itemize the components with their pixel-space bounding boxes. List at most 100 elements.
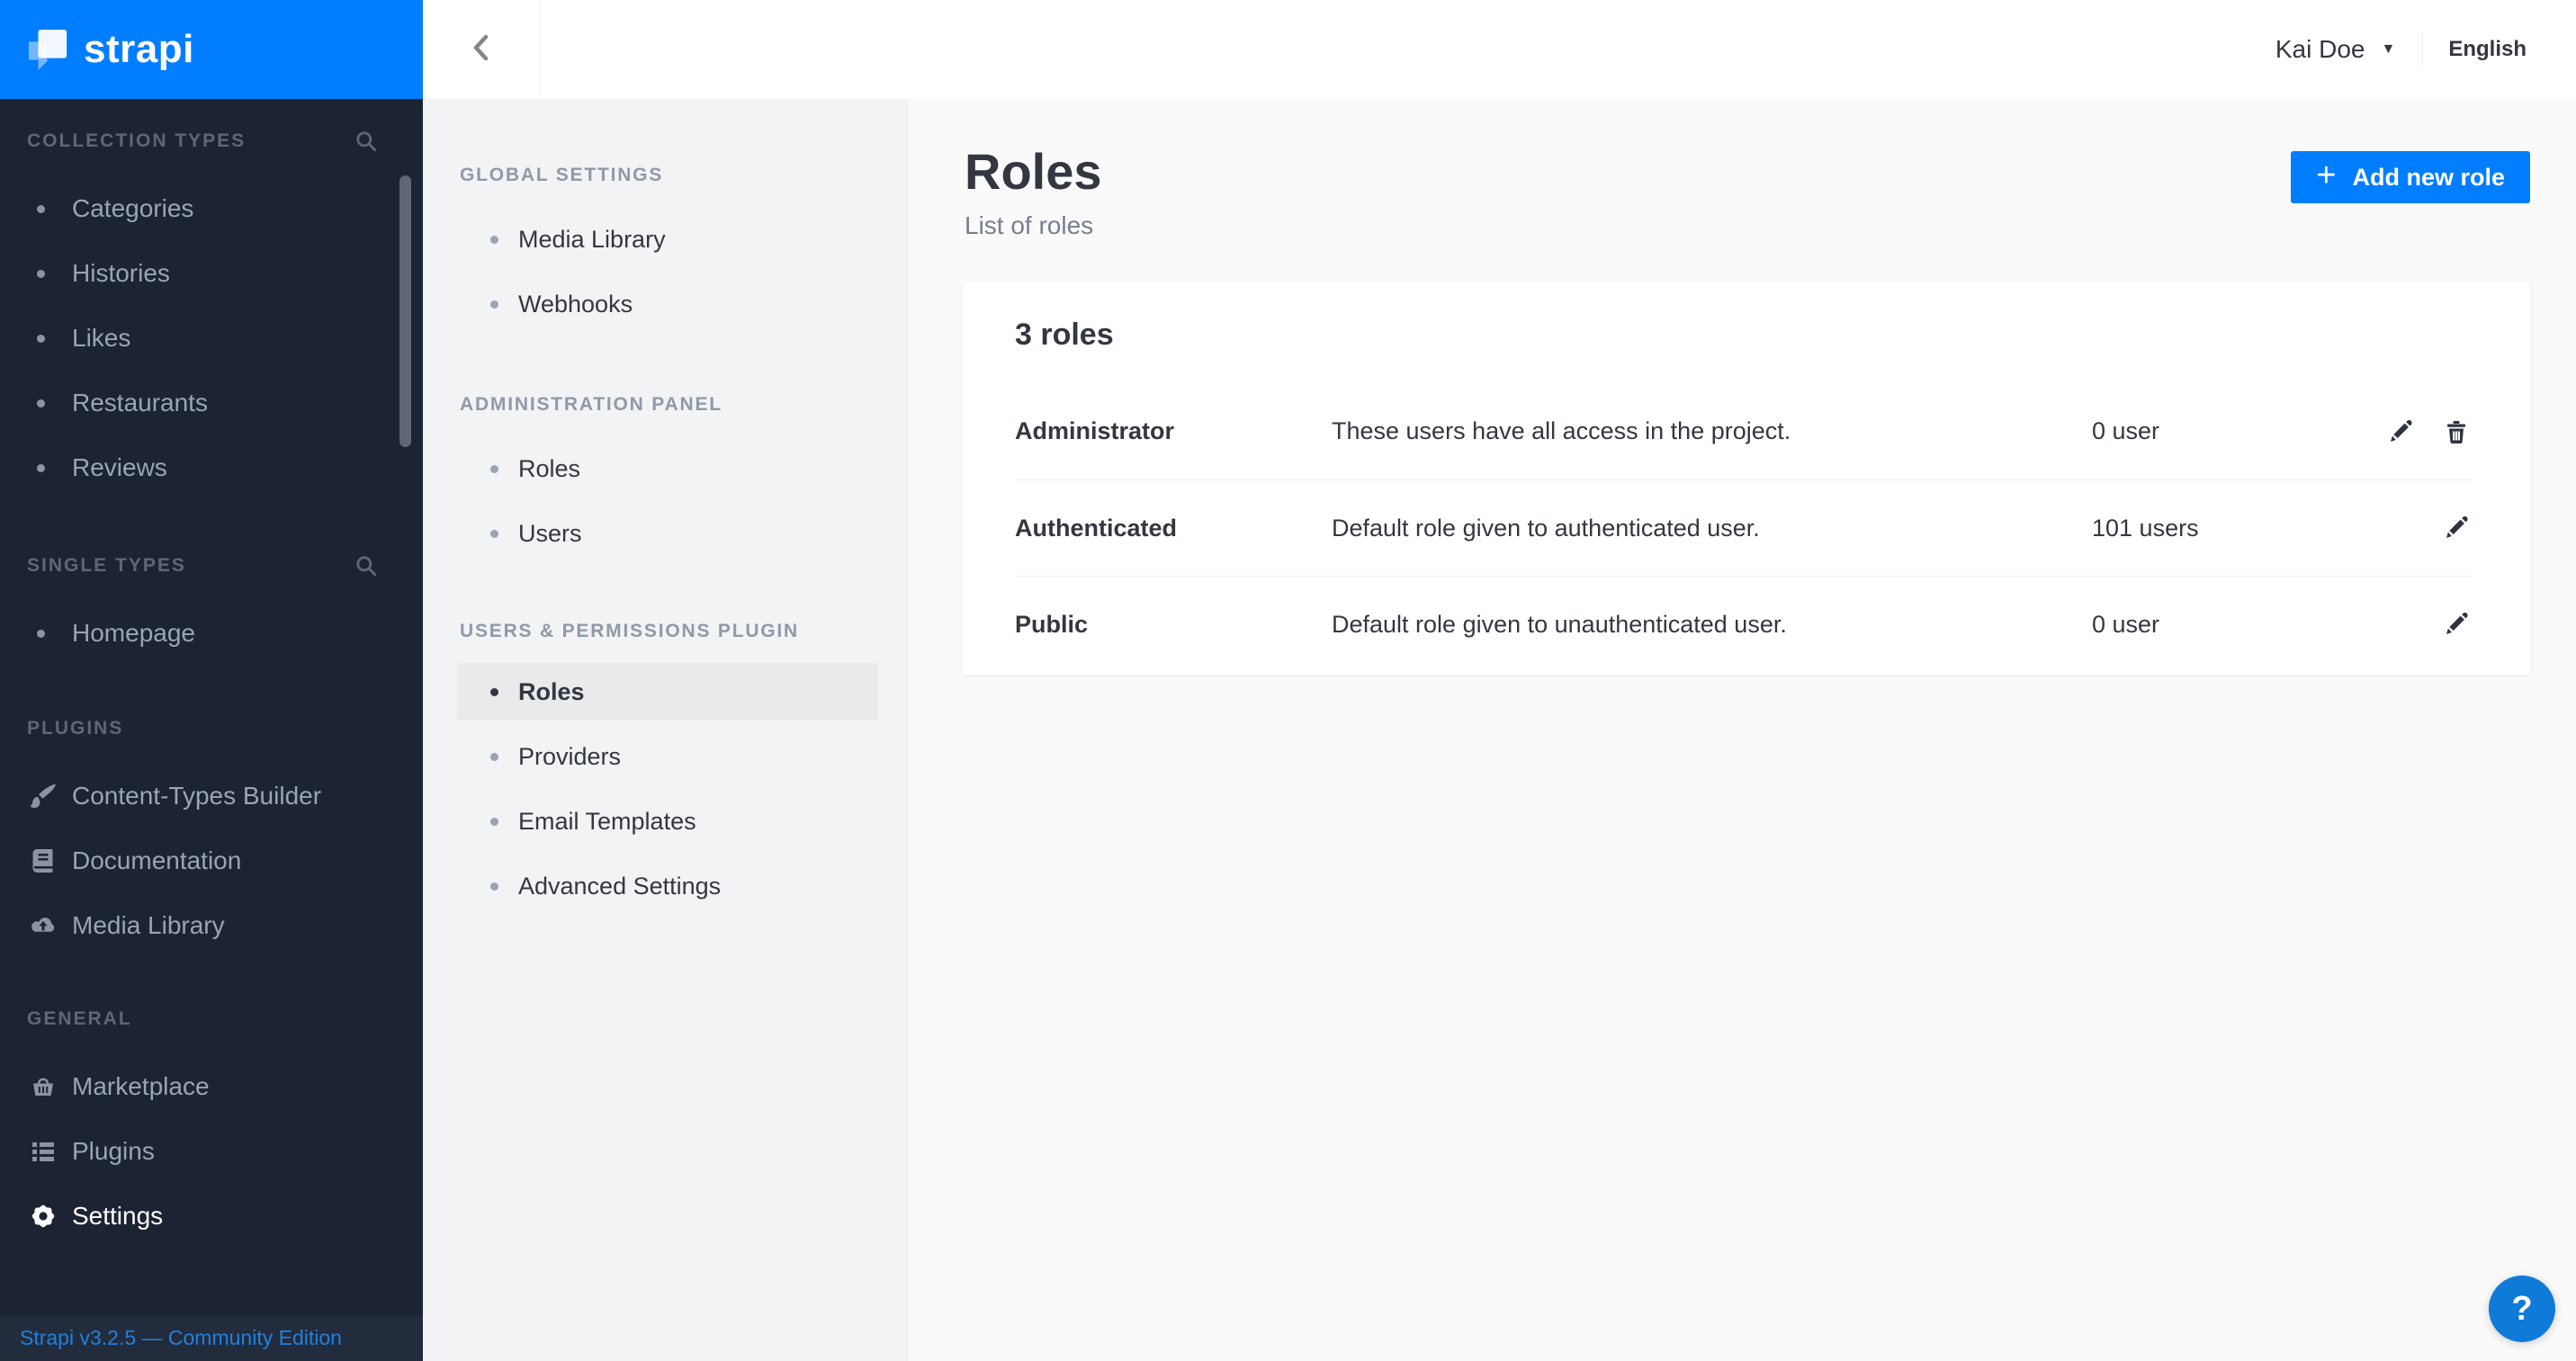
settings-item-label: Users <box>518 520 582 548</box>
language-selector[interactable]: English <box>2448 37 2527 62</box>
section-title: PLUGINS <box>27 718 123 739</box>
search-icon[interactable] <box>355 130 378 153</box>
bullet-icon <box>37 630 45 638</box>
role-description: Default role given to unauthenticated us… <box>1332 611 2092 639</box>
settings-item-media-library[interactable]: Media Library <box>423 207 909 272</box>
section-general: GENERAL <box>27 1006 378 1033</box>
sidebar-item-media-library[interactable]: Media Library <box>27 893 378 958</box>
bullet-icon <box>37 270 45 278</box>
edit-icon[interactable] <box>2385 416 2416 447</box>
search-icon[interactable] <box>355 554 378 578</box>
role-description: These users have all access in the proje… <box>1332 417 2092 445</box>
section-title: GENERAL <box>27 1008 132 1030</box>
settings-item-admin-roles[interactable]: Roles <box>423 436 909 501</box>
sidebar-item-label: Plugins <box>72 1137 155 1166</box>
delete-icon[interactable] <box>2441 416 2472 447</box>
sidebar-item-reviews[interactable]: Reviews <box>27 435 378 500</box>
add-new-role-label: Add new role <box>2352 164 2505 192</box>
chevron-down-icon: ▼ <box>2381 41 2395 58</box>
settings-menu: GLOBAL SETTINGS Media Library Webhooks A… <box>423 99 909 1361</box>
book-icon <box>27 847 59 874</box>
settings-item-label: Roles <box>518 678 585 706</box>
settings-section-admin-panel: ADMINISTRATION PANEL <box>460 391 909 418</box>
table-row-authenticated[interactable]: Authenticated Default role given to auth… <box>1015 479 2472 576</box>
settings-item-admin-users[interactable]: Users <box>423 501 909 566</box>
sidebar-item-label: Documentation <box>72 846 241 875</box>
topbar: Kai Doe ▼ English <box>423 0 2576 99</box>
section-collection-types: COLLECTION TYPES <box>27 128 378 155</box>
section-single-types: SINGLE TYPES <box>27 552 378 579</box>
sidebar-item-label: Histories <box>72 259 170 288</box>
help-button[interactable]: ? <box>2489 1276 2555 1342</box>
role-user-count: 0 user <box>2092 417 2371 445</box>
settings-item-webhooks[interactable]: Webhooks <box>423 272 909 336</box>
bullet-icon <box>490 882 498 891</box>
roles-card: 3 roles Administrator These users have a… <box>963 282 2530 675</box>
sidebar-item-label: Homepage <box>72 619 195 648</box>
role-user-count: 101 users <box>2092 515 2371 542</box>
sidebar-footer: Strapi v3.2.5 — Community Edition <box>0 1315 423 1361</box>
user-name: Kai Doe <box>2275 35 2365 64</box>
sidebar-item-label: Media Library <box>72 911 225 940</box>
chevron-left-icon <box>471 33 492 67</box>
version-link[interactable]: Strapi v3.2.5 — Community Edition <box>20 1326 342 1350</box>
topbar-right: Kai Doe ▼ English <box>2275 32 2576 67</box>
sidebar-item-plugins[interactable]: Plugins <box>27 1119 378 1184</box>
bullet-icon <box>490 688 498 696</box>
role-name: Authenticated <box>1015 515 1332 542</box>
role-user-count: 0 user <box>2092 611 2371 639</box>
sidebar-item-categories[interactable]: Categories <box>27 176 378 241</box>
sidebar-item-likes[interactable]: Likes <box>27 306 378 371</box>
table-row-public[interactable]: Public Default role given to unauthentic… <box>1015 576 2472 672</box>
row-actions <box>2371 609 2472 640</box>
settings-section-global: GLOBAL SETTINGS <box>460 162 909 189</box>
main-sidebar: strapi COLLECTION TYPES Categories Histo… <box>0 0 423 1361</box>
divider <box>2422 32 2423 67</box>
brush-icon <box>27 782 59 810</box>
add-new-role-button[interactable]: + Add new role <box>2291 151 2530 203</box>
logo-wordmark: strapi <box>84 27 194 72</box>
gear-icon <box>27 1201 59 1231</box>
bullet-icon <box>490 818 498 826</box>
row-actions <box>2371 416 2472 447</box>
settings-section-users-permissions: USERS & PERMISSIONS PLUGIN <box>460 618 909 645</box>
sidebar-item-label: Content-Types Builder <box>72 782 321 810</box>
settings-item-up-roles[interactable]: Roles <box>457 663 877 721</box>
role-name: Administrator <box>1015 417 1332 445</box>
sidebar-item-marketplace[interactable]: Marketplace <box>27 1054 378 1119</box>
sidebar-item-settings[interactable]: Settings <box>27 1184 378 1249</box>
strapi-logo[interactable]: strapi <box>0 0 423 99</box>
settings-item-email-templates[interactable]: Email Templates <box>423 789 909 854</box>
user-menu[interactable]: Kai Doe ▼ <box>2275 35 2395 64</box>
edit-icon[interactable] <box>2441 609 2472 640</box>
sidebar-item-label: Marketplace <box>72 1072 210 1101</box>
back-button[interactable] <box>423 0 540 99</box>
sidebar-item-documentation[interactable]: Documentation <box>27 828 378 893</box>
sidebar-scrollbar[interactable] <box>399 175 411 447</box>
settings-item-label: Media Library <box>518 226 666 254</box>
sidebar-item-homepage[interactable]: Homepage <box>27 601 378 666</box>
sidebar-item-label: Restaurants <box>72 389 208 417</box>
sidebar-item-restaurants[interactable]: Restaurants <box>27 371 378 435</box>
section-title: COLLECTION TYPES <box>27 130 246 152</box>
page-title: Roles <box>965 142 1102 201</box>
table-row-administrator[interactable]: Administrator These users have all acces… <box>1015 383 2472 479</box>
edit-icon[interactable] <box>2441 513 2472 543</box>
settings-item-label: Roles <box>518 455 580 483</box>
question-mark-icon: ? <box>2511 1290 2532 1329</box>
sidebar-item-content-types-builder[interactable]: Content-Types Builder <box>27 764 378 828</box>
roles-count: 3 roles <box>1015 282 2472 353</box>
section-title: SINGLE TYPES <box>27 555 186 577</box>
sidebar-item-histories[interactable]: Histories <box>27 241 378 306</box>
sidebar-item-label: Categories <box>72 194 193 223</box>
bullet-icon <box>490 753 498 761</box>
settings-item-label: Providers <box>518 743 621 771</box>
sidebar-item-label: Likes <box>72 324 130 353</box>
settings-item-advanced-settings[interactable]: Advanced Settings <box>423 854 909 918</box>
sidebar-item-label: Reviews <box>72 453 167 482</box>
page-header: Roles List of roles <box>965 142 1102 240</box>
bullet-icon <box>37 464 45 472</box>
bullet-icon <box>37 205 45 213</box>
settings-item-providers[interactable]: Providers <box>423 724 909 789</box>
row-actions <box>2371 513 2472 543</box>
